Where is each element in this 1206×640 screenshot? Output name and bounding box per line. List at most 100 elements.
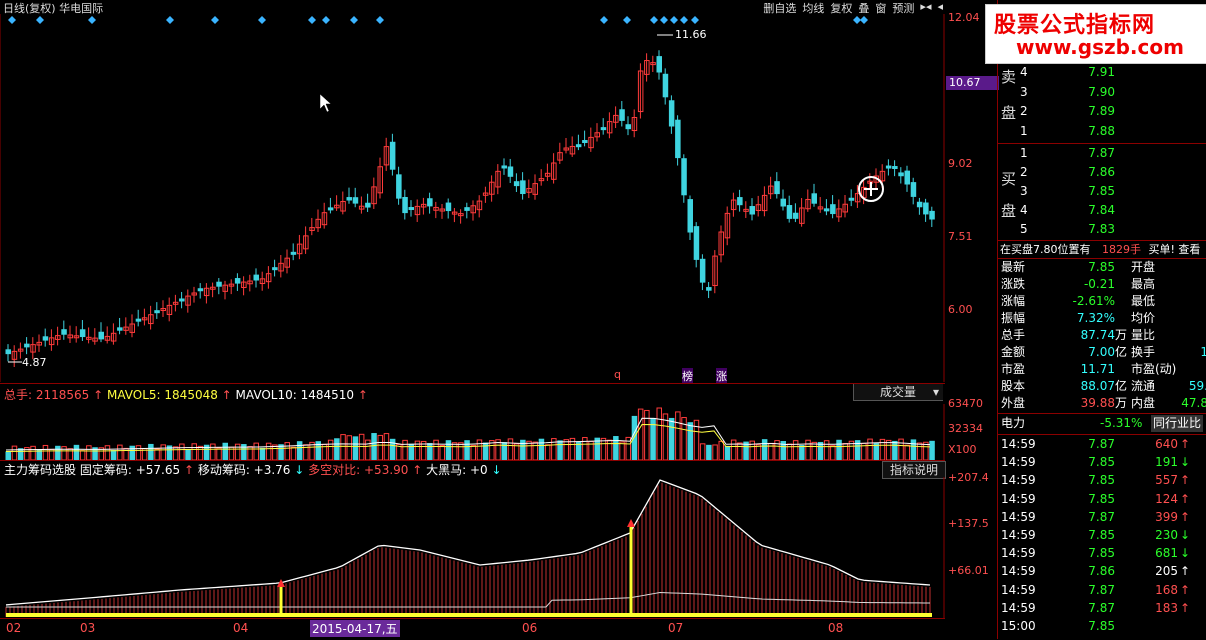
sector-row[interactable]: 电力 -5.31% 同行业比 xyxy=(1001,415,1206,432)
candle xyxy=(830,204,836,215)
candle xyxy=(582,140,588,144)
event-diamond-icon xyxy=(8,16,16,24)
volume-bar xyxy=(327,439,334,460)
tick-row[interactable]: 14:59 7.87 168 ↑ xyxy=(998,582,1206,599)
quote-row[interactable]: 总手 87.74 万量比 xyxy=(998,327,1206,344)
tick-row[interactable]: 14:59 7.87 399 ↑ xyxy=(998,509,1206,526)
marker-rise[interactable]: 涨 xyxy=(716,368,727,384)
buy-order-row[interactable]: 5 7.83 xyxy=(998,221,1206,238)
volume-bar xyxy=(104,445,111,460)
quote-row[interactable]: 股本 88.07亿流通 59. xyxy=(998,378,1206,395)
indicator-selector[interactable]: 成交量 ▾ xyxy=(853,384,943,401)
event-diamond-icon xyxy=(600,16,608,24)
quote-row[interactable]: 外盘 39.88 万内盘 47.8 xyxy=(998,395,1206,412)
candle xyxy=(823,208,830,212)
tick-volume: 191 xyxy=(1155,455,1178,470)
buy-order-row[interactable]: 2 7.86 xyxy=(998,164,1206,181)
volume-bar xyxy=(544,444,551,460)
indicator-axis-label: +207.4 xyxy=(948,471,989,484)
order-level: 1 xyxy=(1020,123,1028,138)
sell-order-row[interactable]: 4 7.91 xyxy=(998,64,1206,81)
candle xyxy=(916,201,923,208)
tick-row[interactable]: 15:00 7.85 xyxy=(998,618,1206,635)
tick-row[interactable]: 14:59 7.85 191 ↓ xyxy=(998,454,1206,471)
candle xyxy=(520,180,526,195)
candle xyxy=(61,329,67,335)
event-diamond-icon xyxy=(322,16,330,24)
event-diamond-icon xyxy=(853,16,861,24)
volume-bar xyxy=(817,441,824,460)
candle xyxy=(98,331,104,340)
candle xyxy=(346,197,352,201)
up-arrow-icon: ↑ xyxy=(1180,564,1191,579)
volume-panel[interactable]: 总手: 2118565 ↑ MAVOL5: 1845048 ↑ MAVOL10:… xyxy=(0,383,945,460)
tick-row[interactable]: 14:59 7.85 230 ↓ xyxy=(998,527,1206,544)
volume-bar xyxy=(79,450,86,460)
sector-change: -5.31% xyxy=(1100,416,1143,430)
volume-bar xyxy=(898,438,904,460)
date-label: 07 xyxy=(668,621,684,635)
volume-bar xyxy=(532,441,538,460)
quote-row[interactable]: 振幅 7.32% 均价 xyxy=(998,310,1206,327)
volume-bar xyxy=(724,445,731,460)
down-arrow-icon: ↓ xyxy=(1180,528,1191,542)
marker-q[interactable]: q xyxy=(614,368,621,381)
event-diamond-icon xyxy=(660,16,668,24)
volume-bar xyxy=(179,443,185,460)
sell-order-row[interactable]: 2 7.89 xyxy=(998,103,1206,120)
candle xyxy=(749,206,755,215)
volume-bar xyxy=(799,445,805,460)
volume-bar xyxy=(885,439,892,460)
volume-bar xyxy=(706,444,712,460)
price-chart[interactable]: 11.66 4.87 q 榜 涨 xyxy=(0,14,945,384)
tick-row[interactable]: 14:59 7.86 205 ↑ xyxy=(998,563,1206,580)
candle xyxy=(197,288,204,292)
buy-order-row[interactable]: 3 7.85 xyxy=(998,183,1206,200)
tick-volume: 168 xyxy=(1155,582,1178,597)
tick-time: 14:59 xyxy=(1001,473,1036,488)
high-low-annotation xyxy=(8,34,673,363)
up-arrow-icon: ↑ xyxy=(1180,437,1191,451)
volume-bar xyxy=(117,444,123,460)
candle xyxy=(929,210,935,220)
quote-row[interactable]: 最新 7.85 开盘 xyxy=(998,259,1206,276)
industry-compare-button[interactable]: 同行业比 xyxy=(1151,415,1204,432)
tick-row[interactable]: 14:59 7.85 124 ↑ xyxy=(998,491,1206,508)
buy-order-row[interactable]: 4 7.84 xyxy=(998,202,1206,219)
sell-order-row[interactable]: 3 7.90 xyxy=(998,84,1206,101)
candle xyxy=(910,182,917,197)
big-order-notice[interactable]: 在买盘7.80位置有 1829手 买单! 查看 xyxy=(1000,241,1206,258)
order-price: 7.91 xyxy=(1088,65,1115,79)
quote-row[interactable]: 涨跌 -0.21 最高 xyxy=(998,276,1206,293)
indicator-legend: 主力筹码选股 固定筹码: +57.65 ↑ 移动筹码: +3.76 ↓ 多空对比… xyxy=(4,463,502,477)
tick-row[interactable]: 14:59 7.85 557 ↑ xyxy=(998,472,1206,489)
volume-bar xyxy=(507,438,514,460)
candle xyxy=(154,310,160,314)
candles xyxy=(5,50,935,368)
volume-bar xyxy=(61,446,67,460)
tick-row[interactable]: 14:59 7.87 640 ↑ xyxy=(998,436,1206,453)
buy-order-row[interactable]: 1 7.87 xyxy=(998,145,1206,162)
indicator-chart xyxy=(5,477,945,619)
candle xyxy=(792,212,799,219)
order-price: 7.86 xyxy=(1088,165,1115,179)
quote-row[interactable]: 市盈 11.71 市盈(动) xyxy=(998,361,1206,378)
candle xyxy=(135,318,142,322)
volume-bar xyxy=(792,440,799,460)
candle xyxy=(923,202,929,215)
quote-row[interactable]: 涨幅 -2.61% 最低 xyxy=(998,293,1206,310)
order-level: 1 xyxy=(1020,146,1028,160)
tick-time: 14:59 xyxy=(1001,509,1036,524)
date-label: 08 xyxy=(828,621,844,635)
tick-row[interactable]: 14:59 7.85 681 ↓ xyxy=(998,545,1206,562)
volume-bar xyxy=(526,440,532,460)
sector-name: 电力 xyxy=(1001,416,1026,430)
marker-rank[interactable]: 榜 xyxy=(682,368,693,384)
candle xyxy=(24,343,30,348)
volume-bar xyxy=(619,441,625,460)
sell-order-row[interactable]: 1 7.88 xyxy=(998,123,1206,140)
indicator-panel[interactable]: 主力筹码选股 固定筹码: +57.65 ↑ 移动筹码: +3.76 ↓ 多空对比… xyxy=(0,460,946,619)
quote-row[interactable]: 金额 7.00 亿换手 1 xyxy=(998,344,1206,361)
tick-price: 7.87 xyxy=(1088,509,1115,524)
tick-row[interactable]: 14:59 7.87 183 ↑ xyxy=(998,600,1206,617)
